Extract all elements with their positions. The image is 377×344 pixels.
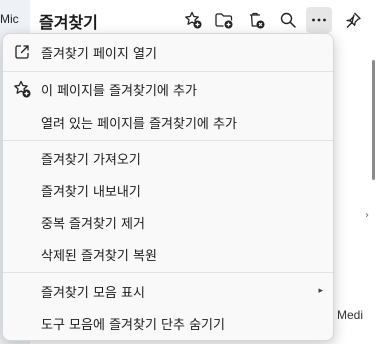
background-peek-text: Medi — [337, 308, 364, 322]
delete-icon — [250, 12, 265, 29]
add-favorite-button[interactable] — [182, 9, 204, 31]
menu-item-label: 도구 모음에 즐겨찾기 단추 숨기기 — [41, 317, 225, 333]
menu-divider — [3, 140, 333, 141]
open-external-icon — [12, 42, 32, 62]
scrollbar[interactable] — [372, 60, 375, 180]
delete-button[interactable] — [245, 9, 267, 31]
add-favorite-icon — [12, 79, 32, 99]
search-button[interactable] — [277, 9, 299, 31]
menu-item-label: 열려 있는 페이지를 즐겨찾기에 추가 — [41, 116, 237, 132]
menu-item-export-favorites[interactable]: 즐겨찾기 내보내기 — [3, 175, 333, 205]
menu-item-add-open-pages[interactable]: 열려 있는 페이지를 즐겨찾기에 추가 — [3, 107, 333, 137]
more-icon — [312, 18, 326, 22]
pin-button[interactable] — [342, 9, 364, 31]
add-favorite-icon — [185, 11, 202, 29]
menu-divider — [3, 272, 333, 273]
more-options-button[interactable] — [306, 7, 332, 33]
menu-item-hide-favorites-button[interactable]: 도구 모음에 즐겨찾기 단추 숨기기 — [3, 308, 333, 338]
menu-item-label: 중복 즐겨찾기 제거 — [41, 216, 145, 232]
menu-item-label: 즐겨찾기 내보내기 — [41, 184, 141, 200]
menu-divider — [3, 71, 333, 72]
menu-item-remove-duplicates[interactable]: 중복 즐겨찾기 제거 — [3, 207, 333, 237]
menu-item-restore-deleted[interactable]: 삭제된 즐겨찾기 복원 — [3, 239, 333, 269]
add-folder-icon — [215, 13, 233, 29]
search-icon — [280, 12, 296, 28]
background-fragment: › — [365, 210, 369, 221]
menu-item-label: 이 페이지를 즐겨찾기에 추가 — [41, 83, 197, 99]
menu-item-open-favorites-page[interactable]: 즐겨찾기 페이지 열기 — [3, 37, 333, 67]
menu-item-label: 삭제된 즐겨찾기 복원 — [41, 248, 157, 264]
left-strip-text: Mic — [0, 12, 19, 26]
menu-item-label: 즐겨찾기 페이지 열기 — [41, 46, 157, 62]
menu-item-label: 즐겨찾기 모음 표시 — [41, 285, 145, 301]
menu-item-show-favorites-bar[interactable]: 즐겨찾기 모음 표시 ▸ — [3, 276, 333, 306]
more-options-menu: 즐겨찾기 페이지 열기 이 페이지를 즐겨찾기에 추가 열려 있는 페이지를 즐… — [2, 33, 334, 341]
pin-icon — [346, 12, 361, 28]
add-folder-button[interactable] — [213, 9, 235, 31]
menu-item-label: 즐겨찾기 가져오기 — [41, 152, 141, 168]
panel-title: 즐겨찾기 — [39, 13, 98, 32]
menu-item-add-this-page[interactable]: 이 페이지를 즐겨찾기에 추가 — [3, 74, 333, 104]
submenu-arrow-icon: ▸ — [318, 286, 323, 296]
menu-item-import-favorites[interactable]: 즐겨찾기 가져오기 — [3, 143, 333, 173]
